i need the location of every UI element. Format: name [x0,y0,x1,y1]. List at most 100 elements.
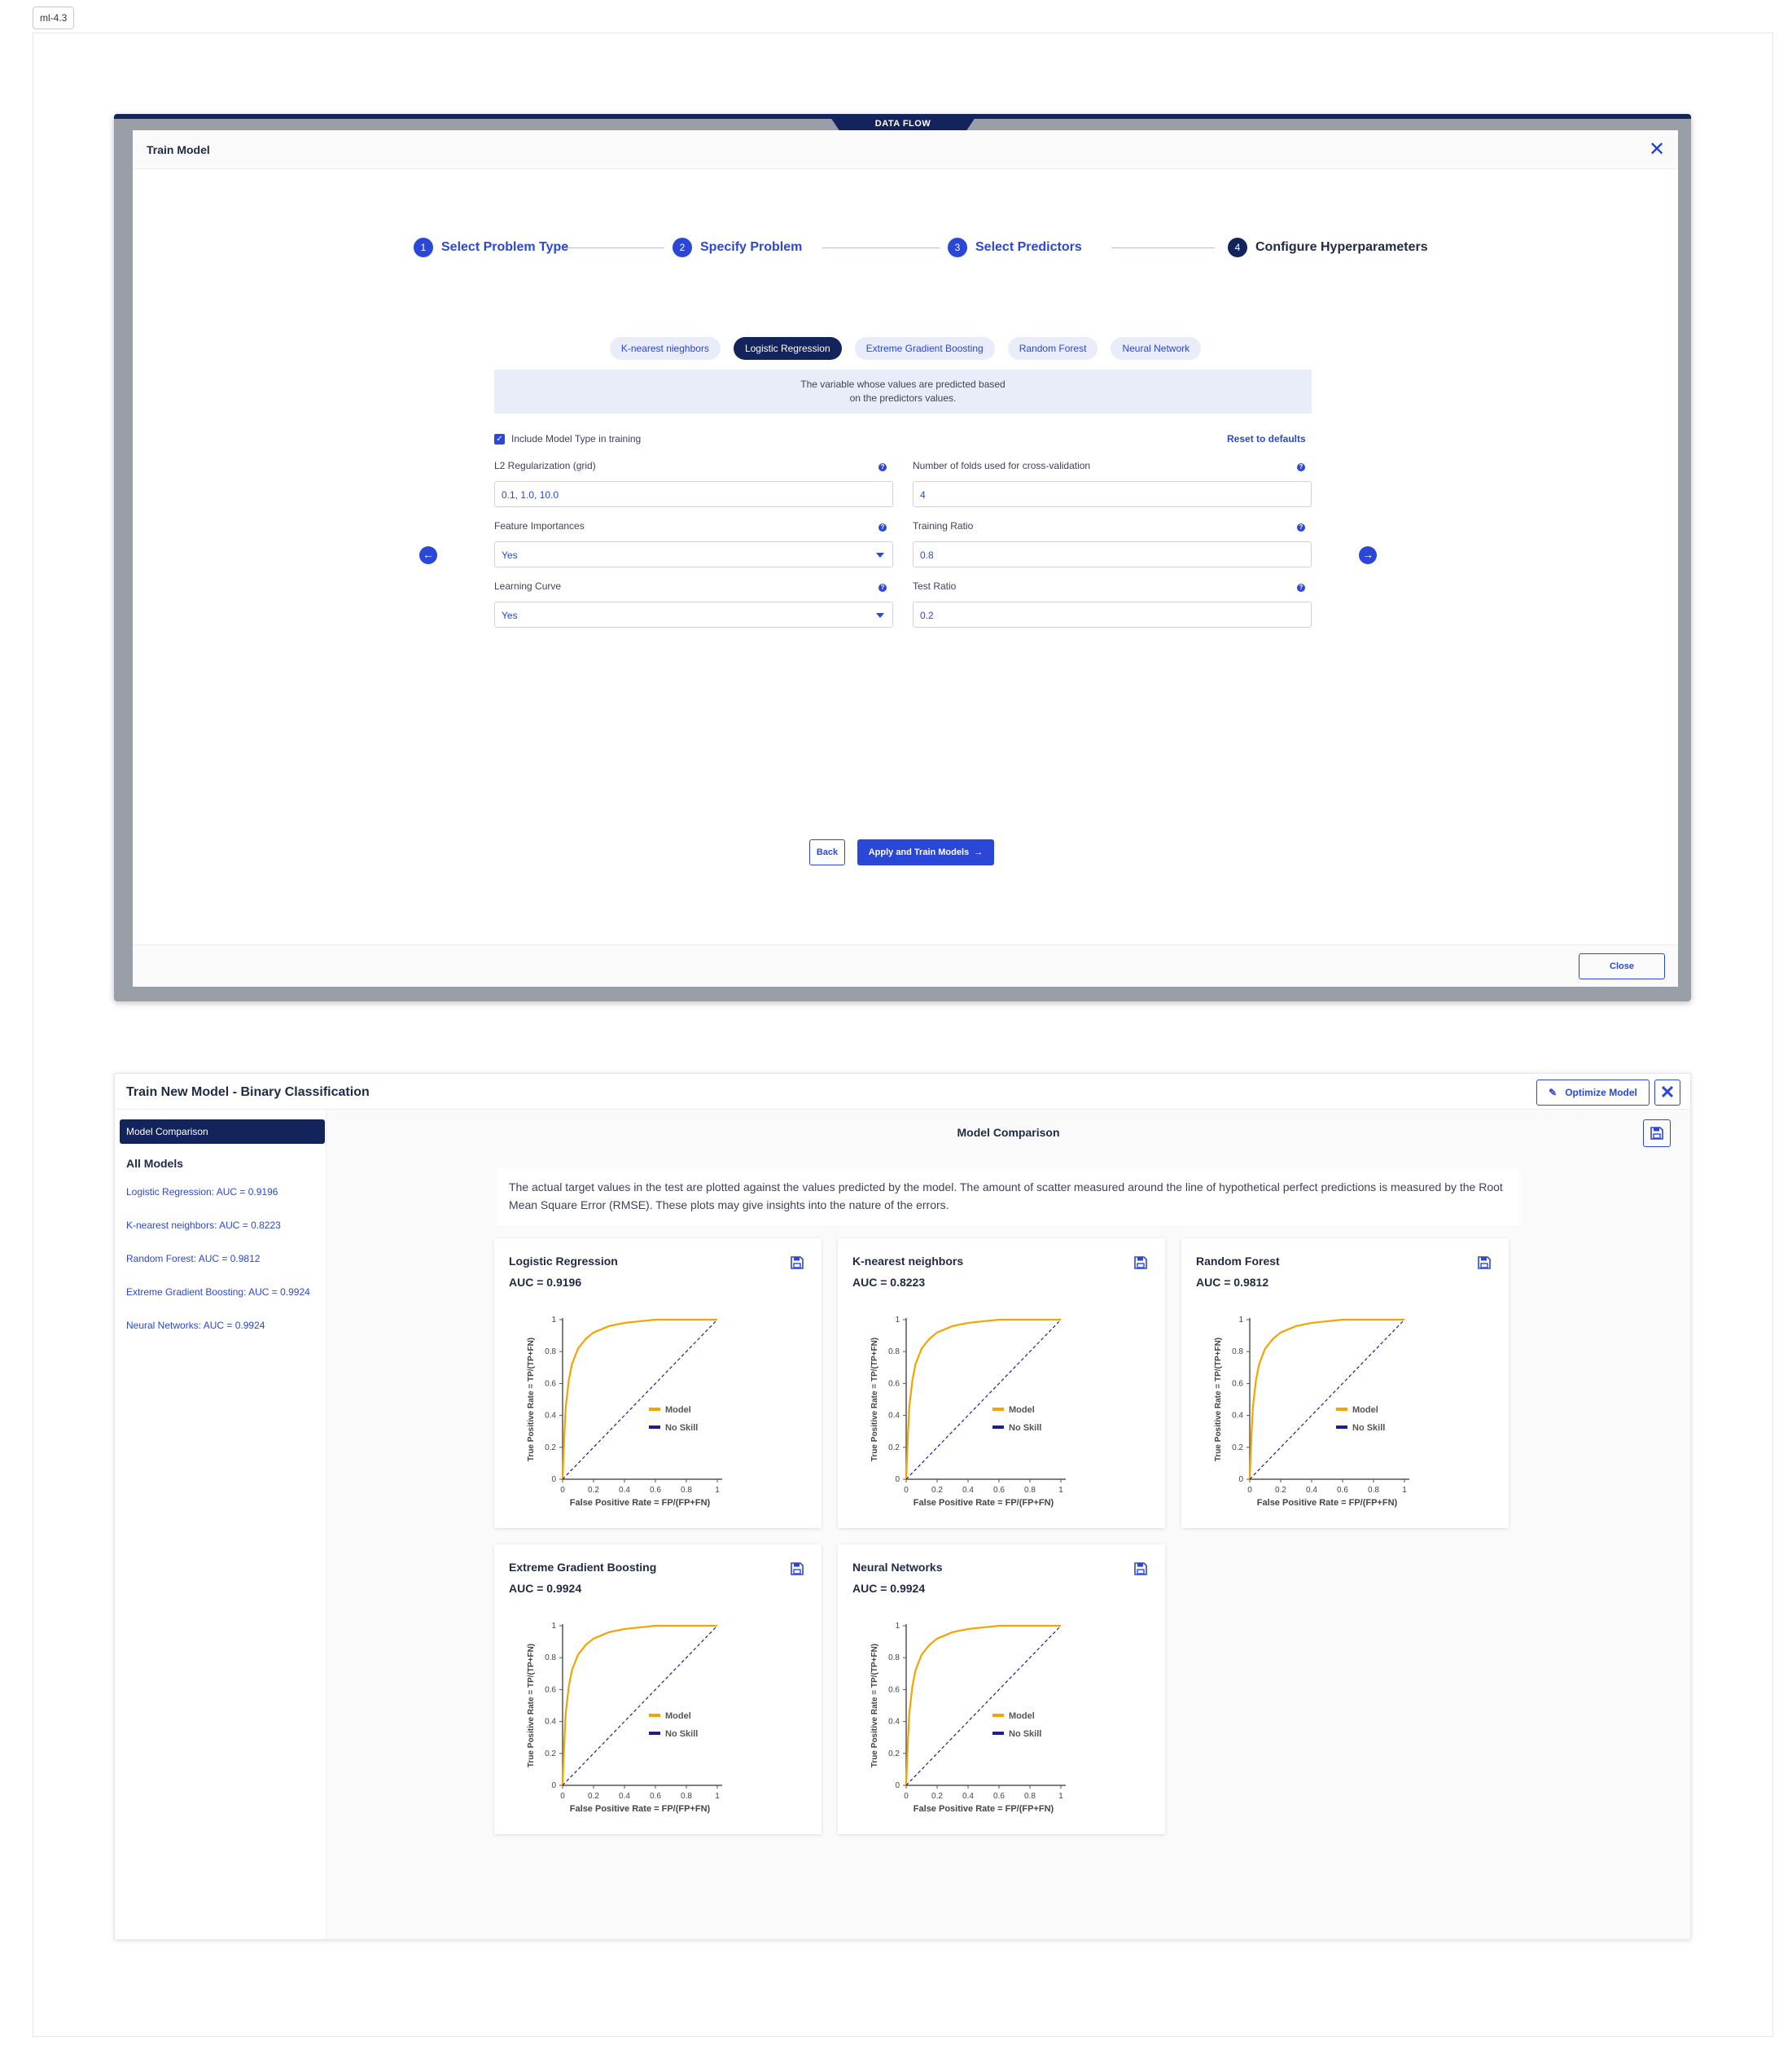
prev-arrow-icon[interactable]: ← [419,546,437,564]
test-ratio-field: Test Ratio ? 0.2 [913,580,1312,628]
x-tick-label: 1 [1058,1792,1063,1801]
folds-field: Number of folds used for cross-validatio… [913,460,1312,507]
chart-auc: AUC = 0.9196 [509,1276,582,1289]
series-line-no-skill [562,1319,718,1480]
sidebar: Model Comparison All Models Logistic Reg… [115,1110,326,1939]
panel-title: Train New Model - Binary Classification [126,1085,370,1099]
legend-label: No Skill [1009,1729,1041,1739]
back-button[interactable]: Back [809,839,845,865]
include-model-checkbox[interactable]: ✓ Include Model Type in training [494,433,641,445]
y-tick-label: 0.6 [888,1685,900,1694]
help-icon[interactable]: ? [878,463,887,471]
y-tick-label: 0.8 [545,1653,556,1662]
y-tick-label: 0.6 [888,1379,900,1388]
legend-label: Model [665,1405,691,1415]
x-tick-label: 0 [1247,1486,1252,1495]
x-tick-label: 0 [560,1792,565,1801]
y-tick-label: 0.4 [545,1718,556,1727]
tab-knn[interactable]: K-nearest nieghbors [609,337,721,360]
sidebar-heading: All Models [126,1157,184,1170]
save-icon[interactable] [1134,1256,1147,1269]
model-comparison-panel: Train New Model - Binary Classification … [114,1073,1691,1940]
step-number: 2 [673,238,692,257]
roc-chart: 0 0.2 0.4 0.6 0.8 1 0 0.2 0.4 0.6 0.8 1 Model No Skil… [870,1316,1066,1508]
sidebar-item-logistic-regression[interactable]: Logistic Regression: AUC = 0.9196 [126,1186,278,1198]
feature-importances-select[interactable]: Yes [494,541,893,567]
description-text: The actual target values in the test are… [497,1168,1520,1225]
y-tick-label: 0 [551,1475,556,1484]
x-tick-label: 0.8 [681,1486,692,1495]
save-icon[interactable] [1134,1562,1147,1575]
x-tick-label: 0.2 [931,1486,943,1495]
y-tick-label: 0.4 [888,1718,900,1727]
reset-defaults-link[interactable]: Reset to defaults [1227,433,1306,445]
chart-title: Logistic Regression [509,1255,618,1268]
learning-curve-select[interactable]: Yes [494,602,893,628]
learning-curve-field: Learning Curve ? Yes [494,580,893,628]
step-label: Select Problem Type [441,240,569,254]
step-select-problem-type[interactable]: 1 Select Problem Type [414,238,568,257]
training-ratio-input[interactable]: 0.8 [913,541,1312,567]
help-icon[interactable]: ? [878,523,887,532]
x-tick-label: 0.2 [588,1792,599,1801]
tab-xgboost[interactable]: Extreme Gradient Boosting [854,337,995,360]
x-tick-label: 0.4 [962,1792,974,1801]
step-connector [563,247,664,248]
optimize-label: Optimize Model [1565,1087,1637,1098]
save-icon[interactable] [791,1256,804,1269]
test-ratio-input[interactable]: 0.2 [913,602,1312,628]
info-text: The variable whose values are predicted … [800,379,1006,404]
x-tick-label: 1 [715,1792,720,1801]
help-icon[interactable]: ? [1297,584,1305,592]
x-axis-label: False Positive Rate = FP/(FP+FN) [570,1804,711,1814]
x-tick-label: 0.2 [931,1792,943,1801]
close-icon[interactable]: ✕ [1654,1080,1680,1106]
roc-card-random-forest: Random Forest AUC = 0.9812 0 0.2 0.4 0.6 0.8 1 0… [1181,1238,1509,1528]
help-icon[interactable]: ? [1297,463,1305,471]
roc-card-xgboost: Extreme Gradient Boosting AUC = 0.9924 0 0.… [494,1544,822,1834]
apply-train-button[interactable]: Apply and Train Models → [857,839,994,865]
model-type-tabs: K-nearest nieghbors Logistic Regression … [133,337,1678,360]
save-button[interactable] [1643,1119,1671,1147]
y-tick-label: 0.4 [545,1412,556,1421]
field-label: Feature Importances [494,520,585,532]
caret-down-icon [876,613,884,618]
next-arrow-icon[interactable]: → [1359,546,1377,564]
y-tick-label: 0.4 [1232,1412,1243,1421]
sidebar-item-xgboost[interactable]: Extreme Gradient Boosting: AUC = 0.9924 [126,1286,310,1298]
sidebar-item-knn[interactable]: K-nearest neighbors: AUC = 0.8223 [126,1220,281,1231]
l2-input[interactable]: 0.1, 1.0, 10.0 [494,481,893,507]
x-tick-label: 0.2 [1275,1486,1286,1495]
y-tick-label: 1 [895,1622,900,1631]
close-button[interactable]: Close [1579,953,1665,979]
y-tick-label: 0.2 [888,1750,900,1758]
step-specify-problem[interactable]: 2 Specify Problem [673,238,802,257]
help-icon[interactable]: ? [1297,523,1305,532]
checkbox-checked-icon[interactable]: ✓ [494,433,505,445]
optimize-model-button[interactable]: ✎ Optimize Model [1536,1080,1650,1106]
tab-neural-network[interactable]: Neural Network [1111,337,1202,360]
y-axis-label: True Positive Rate = TP/(TP+FN) [1214,1338,1223,1461]
x-axis-label: False Positive Rate = FP/(FP+FN) [914,1804,1054,1814]
data-flow-tab[interactable]: DATA FLOW [830,117,975,130]
save-icon[interactable] [1478,1256,1491,1269]
legend-label: No Skill [665,1729,698,1739]
tab-logistic-regression[interactable]: Logistic Regression [733,337,842,360]
panel-header: Train New Model - Binary Classification … [115,1074,1690,1110]
sidebar-item-random-forest[interactable]: Random Forest: AUC = 0.9812 [126,1253,260,1264]
chart-title: Neural Networks [852,1561,943,1574]
x-tick-label: 0.8 [1368,1486,1379,1495]
save-icon[interactable] [791,1562,804,1575]
chart-auc: AUC = 0.8223 [852,1276,926,1289]
close-icon[interactable]: ✕ [1645,138,1668,161]
sidebar-item-model-comparison[interactable]: Model Comparison [120,1119,325,1144]
y-tick-label: 0.2 [1232,1443,1243,1452]
sidebar-item-neural-networks[interactable]: Neural Networks: AUC = 0.9924 [126,1320,265,1331]
x-tick-label: 0.8 [1024,1792,1036,1801]
step-select-predictors[interactable]: 3 Select Predictors [948,238,1082,257]
folds-input[interactable]: 4 [913,481,1312,507]
train-model-modal: Train Model ✕ 1 Select Problem Type 2 Sp… [133,130,1678,987]
step-configure-hyperparameters[interactable]: 4 Configure Hyperparameters [1228,238,1428,257]
tab-random-forest[interactable]: Random Forest [1007,337,1098,360]
help-icon[interactable]: ? [878,584,887,592]
